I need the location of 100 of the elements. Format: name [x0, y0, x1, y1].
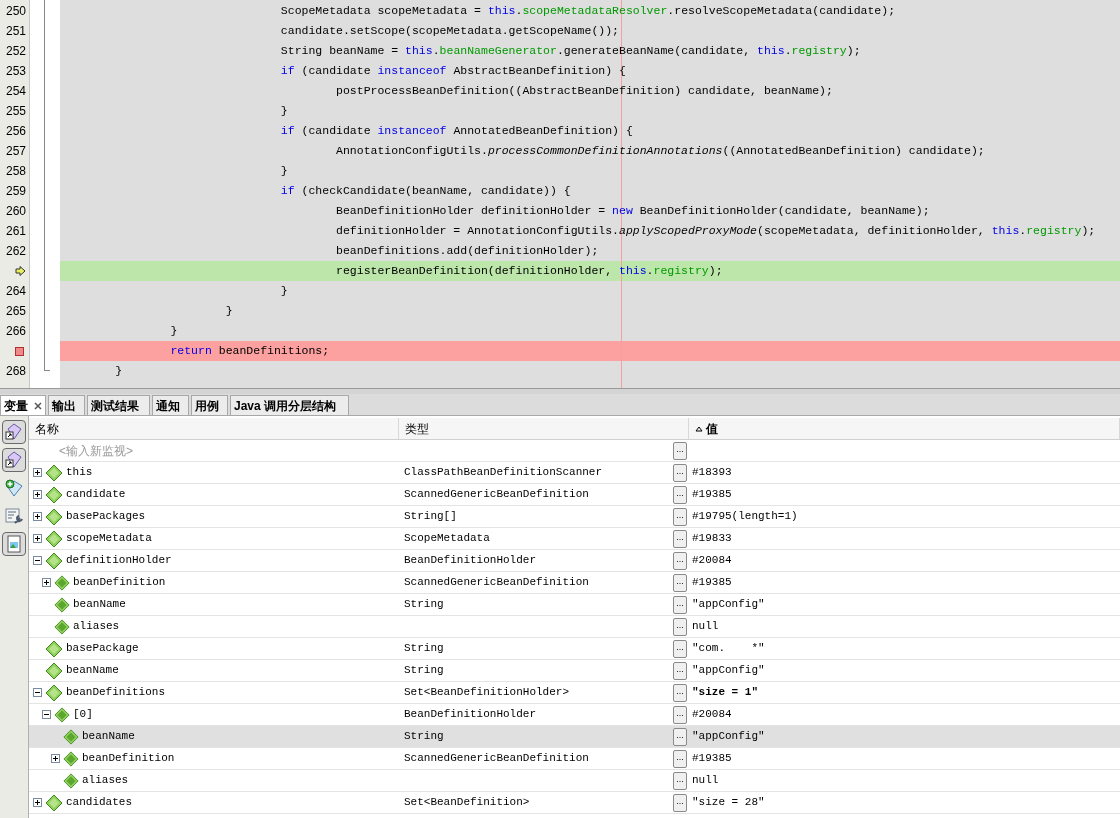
diamond-icon — [54, 574, 70, 591]
variable-row[interactable]: basePackages String[] ... #19795(length=1) — [29, 506, 1120, 528]
variable-name: scopeMetadata — [66, 531, 152, 547]
variable-name: beanName — [82, 729, 135, 745]
toolbar-button[interactable] — [2, 532, 26, 556]
variable-row[interactable]: aliases ... null — [29, 770, 1120, 792]
value-editor-button[interactable]: ... — [673, 463, 687, 482]
variable-row[interactable]: scopeMetadata ScopeMetadata ... #19833 — [29, 528, 1120, 550]
value-editor-button[interactable]: ... — [673, 705, 687, 724]
variable-value: "appConfig" — [692, 663, 765, 679]
variable-row[interactable]: beanName String ... "appConfig" — [29, 726, 1120, 748]
variable-row[interactable]: beanDefinition ScannedGenericBeanDefinition ... #19385 — [29, 748, 1120, 770]
collapse-icon[interactable] — [33, 556, 42, 565]
variable-row[interactable]: aliases ... null — [29, 616, 1120, 638]
expand-icon[interactable] — [51, 754, 60, 763]
close-icon[interactable] — [34, 401, 42, 410]
value-editor-button[interactable]: ... — [673, 683, 687, 702]
value-editor-button[interactable]: ... — [673, 793, 687, 812]
column-header[interactable]: 类型 — [399, 418, 689, 439]
diamond-icon — [45, 639, 63, 658]
value-editor-button[interactable]: ... — [673, 661, 687, 680]
panel-tab[interactable]: 用例 — [192, 396, 227, 415]
column-header[interactable]: 值 — [689, 418, 1120, 439]
value-editor-button[interactable]: ... — [673, 507, 687, 526]
value-editor-button[interactable]: ... — [673, 551, 687, 570]
expand-icon[interactable] — [33, 468, 42, 477]
toolbar-button[interactable] — [2, 448, 26, 472]
variable-type: String — [404, 729, 444, 745]
variable-row[interactable]: this ClassPathBeanDefinitionScanner ... #18393 — [29, 462, 1120, 484]
form-wrench-icon — [4, 506, 24, 526]
value-editor-button[interactable]: ... — [673, 617, 687, 636]
variable-value: "com. *" — [692, 641, 765, 657]
variable-row[interactable]: basePackage String ... "com. *" — [29, 638, 1120, 660]
expand-icon[interactable] — [42, 578, 51, 587]
variable-type: ScannedGenericBeanDefinition — [404, 751, 589, 767]
line-number: 253 — [5, 63, 26, 80]
column-header[interactable]: 名称 — [29, 418, 399, 439]
diamond-arrow-icon — [4, 422, 24, 442]
collapse-icon[interactable] — [33, 688, 42, 697]
panel-tab[interactable]: 通知 — [153, 396, 188, 415]
variable-value: "size = 1" — [692, 685, 758, 701]
panel-tab[interactable]: 测试结果 — [88, 396, 149, 415]
line-number: 254 — [5, 83, 26, 100]
variable-value: "appConfig" — [692, 597, 765, 613]
diamond-plus-icon — [4, 478, 24, 498]
diamond-icon — [45, 529, 63, 548]
value-editor-button[interactable]: ... — [673, 771, 687, 790]
variable-value: #18393 — [692, 465, 732, 481]
variable-value: #20084 — [692, 707, 732, 723]
expand-icon[interactable] — [33, 798, 42, 807]
diamond-icon — [54, 706, 70, 723]
variable-type: ScannedGenericBeanDefinition — [404, 575, 589, 591]
variable-value: #19385 — [692, 751, 732, 767]
panel-tab[interactable]: 变量 — [1, 396, 36, 415]
panel-tab[interactable]: 输出 — [49, 396, 84, 415]
variable-type: Set<BeanDefinition> — [404, 795, 530, 811]
code-line: } — [224, 303, 233, 320]
line-number: 251 — [5, 23, 26, 40]
variable-row[interactable]: beanName String ... "appConfig" — [29, 594, 1120, 616]
variable-row[interactable]: definitionHolder BeanDefinitionHolder ... #20084 — [29, 550, 1120, 572]
sort-ascending-icon[interactable] — [695, 425, 703, 432]
variable-row[interactable]: beanName String ... "appConfig" — [29, 660, 1120, 682]
variable-value: #19833 — [692, 531, 732, 547]
diamond-icon — [63, 772, 79, 789]
code-line: if (candidate instanceof AnnotatedBeanDefinition) { — [279, 123, 633, 140]
value-editor-button[interactable]: ... — [673, 485, 687, 504]
arrow-icon — [15, 266, 26, 276]
variable-row[interactable]: beanDefinition ScannedGenericBeanDefinition ... #19385 — [29, 572, 1120, 594]
code-line: BeanDefinitionHolder definitionHolder = new BeanDefinitionHolder(candidate, beanName); — [335, 203, 930, 220]
diamond-icon — [45, 793, 63, 812]
expand-icon[interactable] — [33, 534, 42, 543]
value-editor-button[interactable]: ... — [673, 727, 687, 746]
breakpoint-icon[interactable] — [15, 346, 24, 356]
value-editor-button[interactable]: ... — [673, 595, 687, 614]
value-editor-button[interactable]: ... — [673, 529, 687, 548]
variable-name: this — [66, 465, 93, 481]
variable-row[interactable]: candidate ScannedGenericBeanDefinition ... #19385 — [29, 484, 1120, 506]
line-number: 265 — [5, 303, 26, 320]
value-editor-button[interactable]: ... — [673, 749, 687, 768]
line-number: 264 — [5, 283, 26, 300]
variable-row[interactable]: [0] BeanDefinitionHolder ... #20084 — [29, 704, 1120, 726]
line-number: 261 — [5, 223, 26, 240]
line-number: 257 — [5, 143, 26, 160]
toolbar-button[interactable] — [2, 420, 26, 444]
picture-icon — [4, 534, 24, 554]
new-watch-field[interactable]: <输入新监视> — [59, 441, 259, 460]
diamond-icon — [45, 683, 63, 702]
collapse-icon[interactable] — [42, 710, 51, 719]
value-editor-button[interactable]: ... — [673, 639, 687, 658]
value-editor-button[interactable]: ... — [673, 573, 687, 592]
code-line: return beanDefinitions; — [169, 343, 330, 360]
variable-value: "appConfig" — [692, 729, 765, 745]
variable-type: BeanDefinitionHolder — [404, 707, 537, 723]
variable-row[interactable]: beanDefinitions Set<BeanDefinitionHolder> ... "size = 1" — [29, 682, 1120, 704]
code-line: } — [279, 103, 288, 120]
expand-icon[interactable] — [33, 512, 42, 521]
value-editor-button[interactable]: ... — [673, 441, 687, 460]
panel-tab[interactable]: Java 调用分层结构 — [231, 396, 349, 415]
variable-row[interactable]: candidates Set<BeanDefinition> ... "size = 28" — [29, 792, 1120, 814]
expand-icon[interactable] — [33, 490, 42, 499]
